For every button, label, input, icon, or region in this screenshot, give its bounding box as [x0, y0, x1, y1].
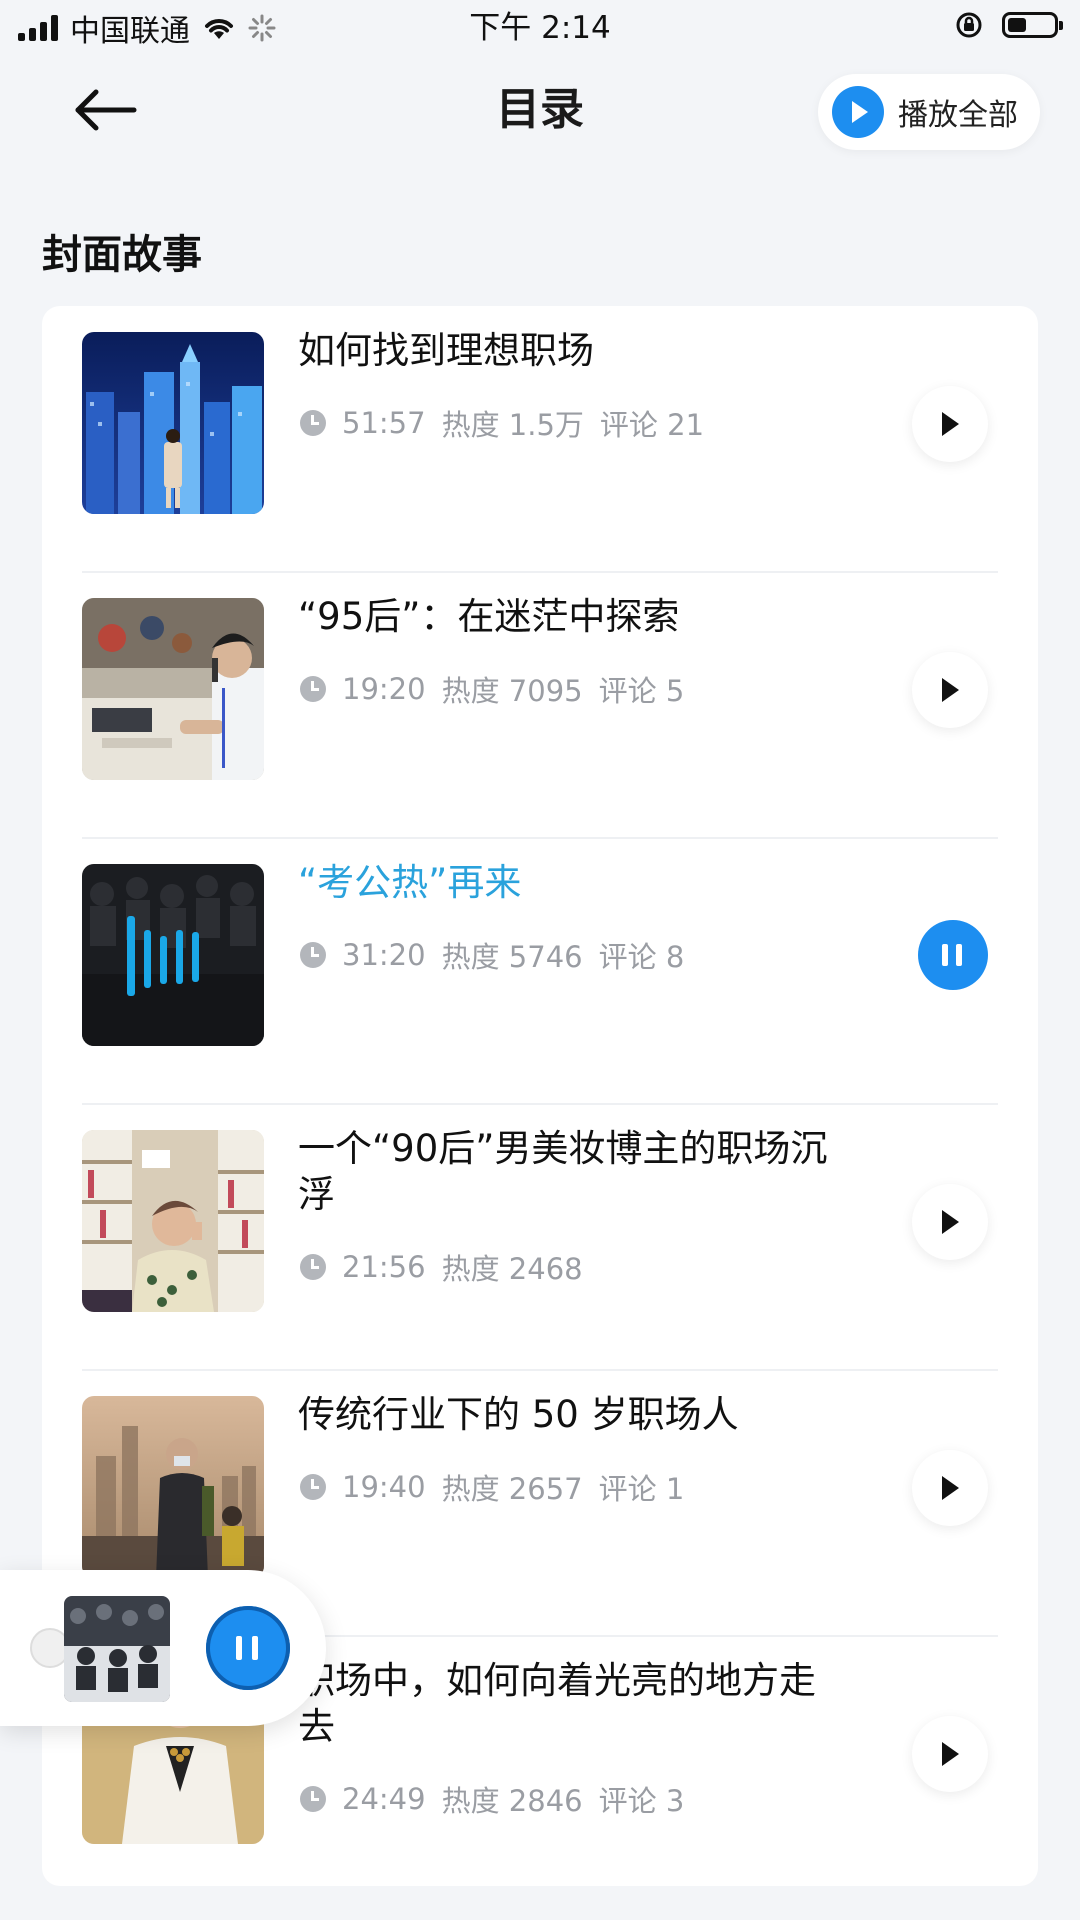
episode-title: 传统行业下的 50 岁职场人 — [298, 1393, 739, 1436]
episode-comments: 评论 21 — [599, 408, 705, 442]
episode-duration: 24:49 — [342, 1782, 426, 1816]
episode-duration: 19:20 — [342, 672, 426, 706]
episode-heat: 热度 7095 — [441, 674, 583, 708]
episode-comments: 评论 8 — [598, 940, 685, 974]
pause-button[interactable] — [918, 920, 988, 990]
mini-player-thumbnail[interactable] — [64, 1596, 170, 1702]
mini-player[interactable] — [0, 1570, 326, 1726]
list-item-active[interactable]: “考公热”再来 31:20 热度 5746 评论 8 — [82, 837, 998, 1104]
episode-heat: 热度 1.5万 — [441, 408, 584, 442]
episode-thumbnail — [82, 1396, 264, 1578]
play-button[interactable] — [912, 652, 988, 728]
play-button[interactable] — [912, 1184, 988, 1260]
episode-meta: 51:57 热度 1.5万 评论 21 — [300, 402, 704, 444]
episode-comments: 评论 1 — [598, 1472, 685, 1506]
episode-thumbnail — [82, 598, 264, 780]
play-button[interactable] — [912, 1716, 988, 1792]
status-time: 下午 2:14 — [469, 10, 611, 46]
episode-thumbnail — [82, 1130, 264, 1312]
clock-icon — [300, 942, 326, 968]
episode-title: 职场中，如何向着光亮的地方走去 — [298, 1659, 816, 1748]
battery-icon — [1002, 12, 1063, 38]
play-all-label: 播放全部 — [898, 98, 1018, 133]
play-icon — [832, 86, 884, 138]
episode-duration: 21:56 — [342, 1250, 426, 1284]
episode-thumbnail — [82, 332, 264, 514]
episode-duration: 19:40 — [342, 1470, 426, 1504]
episode-duration: 51:57 — [342, 406, 426, 440]
episode-meta: 24:49 热度 2846 评论 3 — [300, 1778, 684, 1820]
play-button[interactable] — [912, 386, 988, 462]
clock-icon — [300, 410, 326, 436]
episode-comments: 评论 3 — [598, 1784, 685, 1818]
episode-heat: 热度 2846 — [441, 1784, 583, 1818]
episode-title: “95后”：在迷茫中探索 — [298, 595, 680, 638]
status-bar: 中国联通 下午 2:14 — [0, 0, 1080, 56]
episode-heat: 热度 2657 — [441, 1472, 583, 1506]
episode-meta: 19:40 热度 2657 评论 1 — [300, 1466, 684, 1508]
list-item[interactable]: 如何找到理想职场 51:57 热度 1.5万 评论 21 — [82, 306, 998, 572]
episode-meta: 21:56 热度 2468 — [300, 1246, 583, 1288]
clock-icon — [300, 676, 326, 702]
episode-thumbnail — [82, 864, 264, 1046]
rotation-lock-icon — [956, 12, 982, 38]
episode-meta: 19:20 热度 7095 评论 5 — [300, 668, 684, 710]
episode-title: 如何找到理想职场 — [298, 329, 594, 372]
nav-bar: 目录 播放全部 — [0, 60, 1080, 160]
episode-title: 一个“90后”男美妆博主的职场沉浮 — [298, 1127, 828, 1216]
play-button[interactable] — [912, 1450, 988, 1526]
episode-meta: 31:20 热度 5746 评论 8 — [300, 934, 684, 976]
list-item[interactable]: 一个“90后”男美妆博主的职场沉浮 21:56 热度 2468 — [82, 1103, 998, 1370]
clock-icon — [300, 1786, 326, 1812]
clock-icon — [300, 1474, 326, 1500]
list-item[interactable]: “95后”：在迷茫中探索 19:20 热度 7095 评论 5 — [82, 571, 998, 838]
episode-duration: 31:20 — [342, 938, 426, 972]
status-right — [954, 10, 1063, 40]
episode-comments: 评论 5 — [598, 674, 685, 708]
play-all-button[interactable]: 播放全部 — [818, 74, 1040, 150]
episode-title: “考公热”再来 — [298, 861, 522, 904]
section-title: 封面故事 — [42, 231, 202, 278]
clock-icon — [300, 1254, 326, 1280]
episode-heat: 热度 5746 — [441, 940, 583, 974]
episode-heat: 热度 2468 — [441, 1252, 583, 1286]
mini-pause-button[interactable] — [206, 1606, 290, 1690]
battery-level — [1008, 18, 1026, 32]
